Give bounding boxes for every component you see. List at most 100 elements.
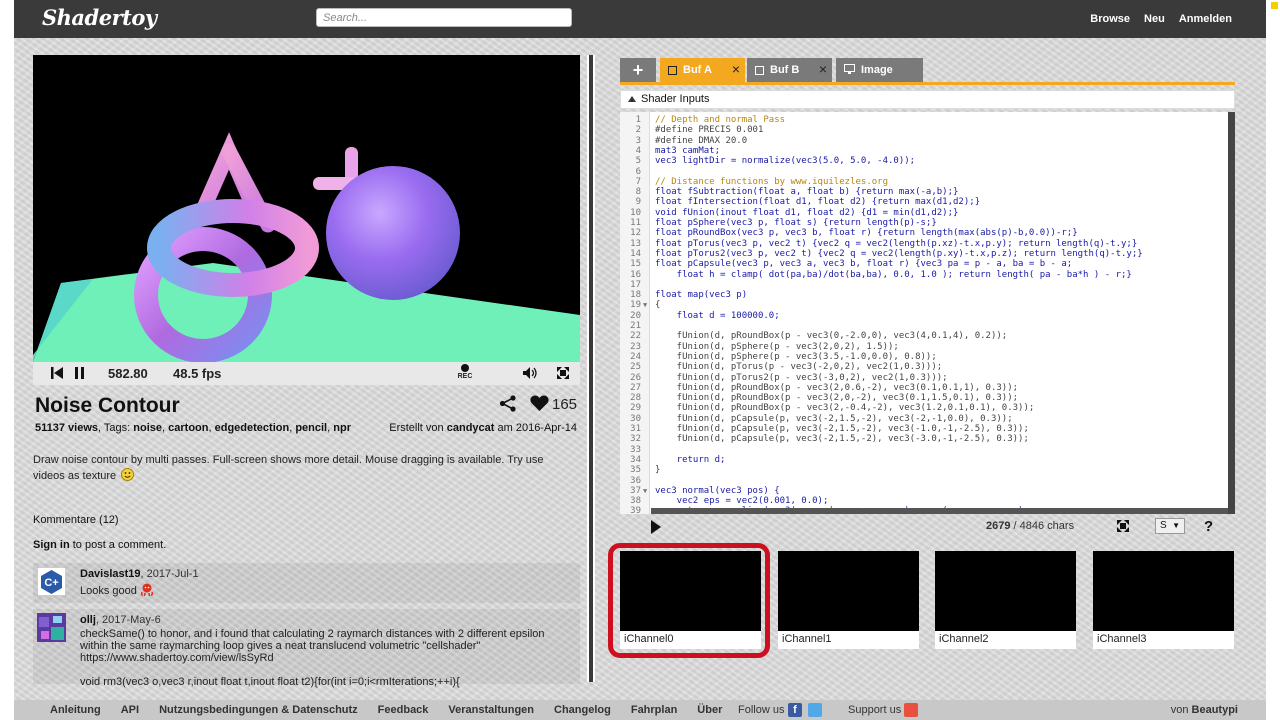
likes-count: 165 (552, 396, 578, 413)
pane-splitter[interactable] (587, 55, 595, 682)
code-editor[interactable]: 1 // Depth and normal Pass 2 #define PRECIS… (620, 112, 1235, 514)
fullscreen-editor-icon[interactable] (1117, 520, 1129, 535)
tags-label: , Tags: (98, 422, 131, 434)
char-count: 2679 / 4846 chars (986, 520, 1075, 532)
svg-text:C+: C+ (44, 577, 58, 589)
code-line: 14 float pTorus2(vec3 p, vec2 t) {vec2 q … (620, 249, 1235, 259)
volume-icon[interactable] (523, 367, 538, 382)
line-number: 10 (630, 207, 641, 218)
fold-arrow-icon[interactable]: ▼ (643, 486, 647, 496)
comment-author[interactable]: Davislast19 (80, 568, 141, 580)
editor-horizontal-scrollbar[interactable] (651, 508, 1228, 514)
footer-link[interactable]: Feedback (378, 704, 429, 716)
sphere (326, 166, 460, 300)
code-line: 33 (620, 445, 1235, 455)
footer-link[interactable]: Veranstaltungen (448, 704, 534, 716)
code-line: 20 float d = 100000.0; (620, 311, 1235, 321)
rec-button[interactable]: REC (456, 363, 474, 384)
footer-link[interactable]: API (121, 704, 139, 716)
patreon-icon[interactable] (904, 703, 918, 717)
line-number: 17 (630, 279, 641, 290)
add-tab-button[interactable]: + (620, 58, 656, 82)
record-icon (461, 364, 469, 372)
footer-link[interactable]: Anleitung (50, 704, 101, 716)
shader-canvas[interactable]: 582.80 48.5 fps REC (33, 55, 580, 385)
code-line: 36 (620, 476, 1235, 486)
line-number: 26 (630, 372, 641, 383)
fold-arrow-icon[interactable]: ▼ (643, 300, 647, 310)
highlight-annotation (608, 543, 770, 658)
code-line: 24 fUnion(d, pSphere(p - vec3(3.5,-1.0,0… (620, 352, 1235, 362)
line-number: 22 (630, 331, 641, 342)
code-text: void fUnion(inout float d1, float d2) {d… (655, 207, 959, 218)
fullscreen-icon[interactable] (557, 367, 569, 382)
player-controls: 582.80 48.5 fps REC (33, 362, 580, 385)
close-icon[interactable]: × (732, 61, 740, 77)
code-line: 17 (620, 280, 1235, 290)
share-icon[interactable] (499, 395, 517, 415)
tab-buf-b[interactable]: Buf B × (747, 58, 832, 82)
code-line: 2 #define PRECIS 0.001 (620, 125, 1235, 135)
code-text: float d = 100000.0; (655, 310, 780, 321)
rewind-icon[interactable] (51, 367, 63, 382)
avatar[interactable] (37, 613, 66, 642)
code-text: vec3 lightDir = normalize(vec3(5.0, 5.0,… (655, 156, 916, 167)
comment-item: C+ Davislast19, 2017-Jul-1 Looks good (33, 563, 580, 603)
tag-link[interactable]: noise (133, 422, 162, 434)
tag-link[interactable]: cartoon (168, 422, 208, 434)
code-line: 27 fUnion(d, pRoundBox(p - vec3(2,0.6,-2… (620, 383, 1235, 393)
signin-link[interactable]: Sign in (33, 539, 70, 551)
editor-scrollbar[interactable] (1228, 112, 1235, 514)
active-tab-underline (620, 82, 1235, 85)
channel-slot-1[interactable]: iChannel1 (778, 551, 919, 649)
code-line: 23 fUnion(d, pSphere(p - vec3(2,0,2), 1.… (620, 342, 1235, 352)
beautypi-link[interactable]: Beautypi (1192, 704, 1238, 716)
tag-link[interactable]: npr (333, 422, 351, 434)
byline: von Beautypi (1170, 704, 1238, 716)
line-number: 37 (630, 485, 641, 496)
corner-marker (1271, 2, 1278, 9)
close-icon[interactable]: × (819, 61, 827, 77)
nav-browse[interactable]: Browse (1090, 13, 1130, 25)
author-link[interactable]: candycat (447, 422, 495, 434)
top-nav: Browse Neu Anmelden (1090, 13, 1232, 25)
avatar[interactable]: C+ (36, 566, 67, 597)
shadertoy-logo[interactable]: Shadertoy (42, 5, 157, 30)
line-number: 24 (630, 351, 641, 362)
line-number: 2 (635, 125, 641, 136)
comments-heading: Kommentare (12) (33, 514, 119, 526)
twitter-icon[interactable] (808, 703, 822, 717)
code-text: float pTorus(vec3 p, vec2 t) {vec2 q = v… (655, 238, 1138, 249)
pause-icon[interactable] (75, 367, 85, 382)
channel-slot-2[interactable]: iChannel2 (935, 551, 1076, 649)
nav-new[interactable]: Neu (1144, 13, 1165, 25)
search-input[interactable] (316, 8, 572, 27)
code-line: 8 float fSubtraction(float a, float b) {r… (620, 187, 1235, 197)
channel-label: iChannel2 (939, 633, 989, 645)
comment-author[interactable]: ollj (80, 614, 96, 626)
footer-link[interactable]: Fahrplan (631, 704, 677, 716)
channel-slot-3[interactable]: iChannel3 (1093, 551, 1234, 649)
line-number: 30 (630, 413, 641, 424)
tab-buf-a[interactable]: Buf A × (660, 58, 745, 82)
code-line: 25 fUnion(d, pTorus(p - vec3(-2,0,2), ve… (620, 362, 1235, 372)
compile-play-icon[interactable] (651, 520, 661, 534)
footer-link[interactable]: Changelog (554, 704, 611, 716)
nav-signin[interactable]: Anmelden (1179, 13, 1232, 25)
heart-icon[interactable] (530, 395, 549, 415)
facebook-icon[interactable]: f (788, 703, 802, 717)
code-line: 10 void fUnion(inout float d1, float d2) … (620, 208, 1235, 218)
tab-image[interactable]: Image (836, 58, 923, 82)
footer-link[interactable]: Über (697, 704, 722, 716)
tag-link[interactable]: edgedetection (215, 422, 290, 434)
floor-plane (33, 263, 580, 362)
signin-prompt: Sign in to post a comment. (33, 539, 167, 551)
shader-inputs-toggle[interactable]: Shader Inputs (620, 90, 1235, 109)
views-count: 51137 views (35, 422, 99, 434)
footer-link[interactable]: Nutzungsbedingungen & Datenschutz (159, 704, 358, 716)
line-number: 21 (630, 321, 641, 331)
font-size-select[interactable]: S ▼ (1155, 518, 1185, 534)
help-button[interactable]: ? (1204, 518, 1213, 535)
tag-link[interactable]: pencil (295, 422, 327, 434)
code-line: 21 (620, 321, 1235, 331)
